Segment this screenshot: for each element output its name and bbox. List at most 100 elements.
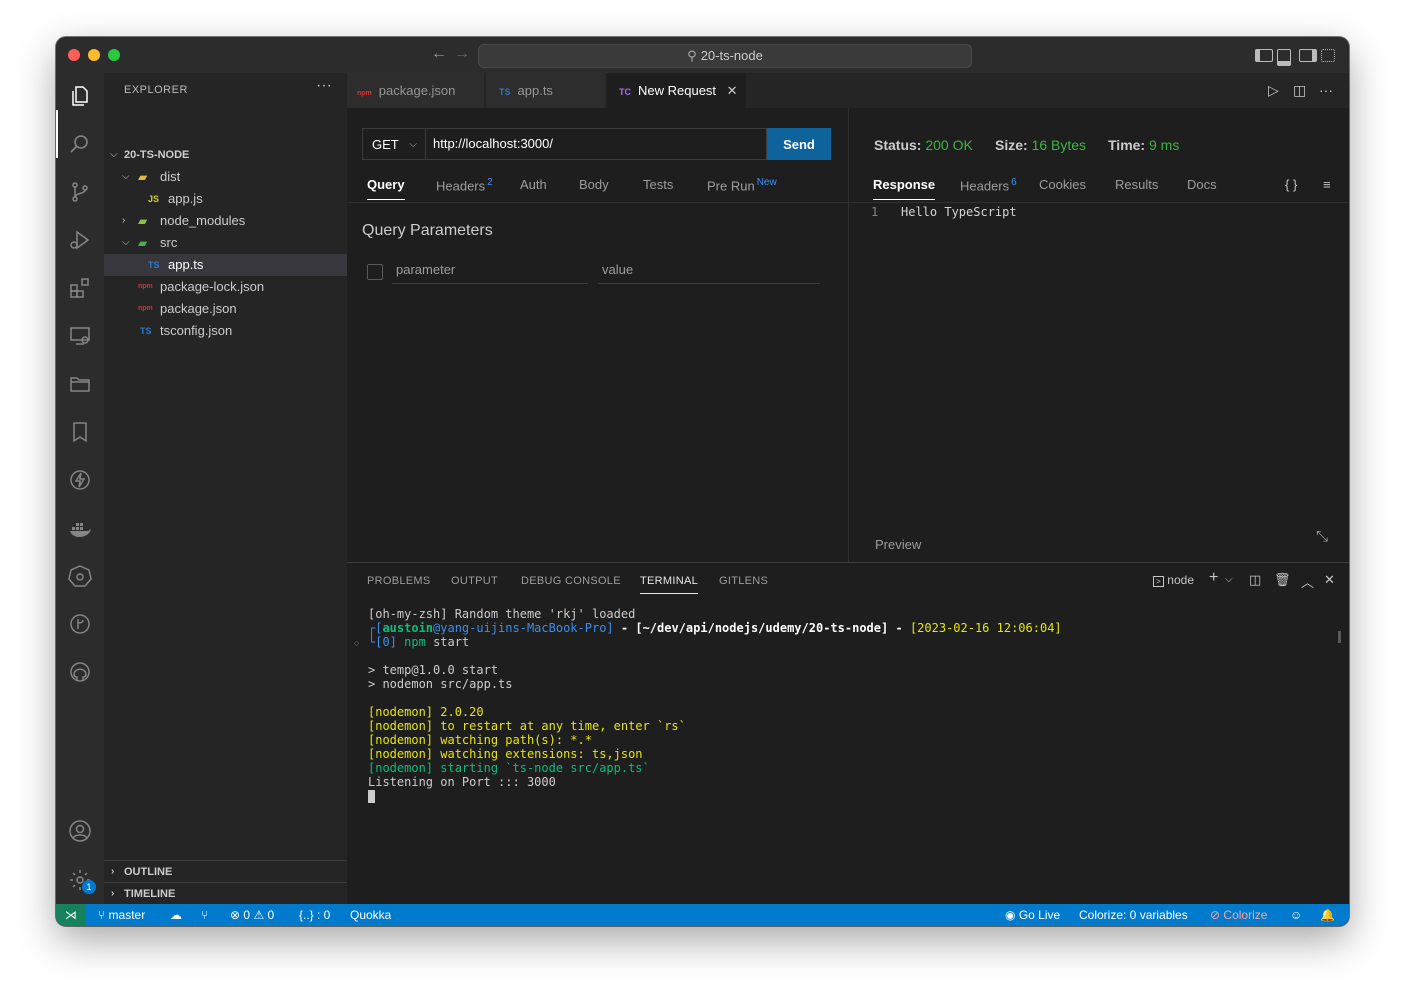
param-checkbox[interactable]: [367, 264, 383, 280]
thunder-client-icon[interactable]: [68, 468, 92, 492]
outline-section[interactable]: › OUTLINE: [104, 860, 347, 883]
tree-item-dist[interactable]: ⌵ ▰ dist: [104, 166, 347, 188]
terminal-scrollbar[interactable]: [1338, 631, 1341, 643]
size-readout: Size: 16 Bytes: [995, 137, 1087, 153]
settings-gear-icon[interactable]: 1: [68, 868, 96, 894]
source-control-icon[interactable]: [68, 180, 92, 204]
word-wrap-icon[interactable]: ≡: [1323, 177, 1331, 192]
tab-app-ts[interactable]: TS app.ts: [486, 73, 606, 108]
explorer-root[interactable]: ⌵ 20-TS-NODE: [104, 144, 347, 166]
close-window-button[interactable]: [68, 49, 80, 61]
status-readout: Status: 200 OK: [874, 137, 973, 153]
expand-icon[interactable]: ⤡: [1316, 528, 1328, 545]
folder-icon[interactable]: [68, 372, 92, 396]
branch-indicator[interactable]: ⑂ master: [98, 904, 145, 926]
maximize-window-button[interactable]: [108, 49, 120, 61]
braces-indicator[interactable]: {..} : 0: [299, 904, 330, 926]
toggle-sidebar-icon[interactable]: [1255, 49, 1273, 62]
run-debug-icon[interactable]: [68, 228, 92, 252]
run-icon[interactable]: ▷: [1268, 73, 1279, 108]
param-name-input[interactable]: parameter: [392, 256, 588, 284]
method-select[interactable]: GET ⌵: [362, 128, 426, 160]
tab-gitlens[interactable]: GITLENS: [719, 575, 768, 587]
extensions-icon[interactable]: [68, 276, 92, 300]
tab-response-headers[interactable]: Headers 6: [960, 177, 1017, 193]
explorer-icon[interactable]: [68, 84, 92, 108]
go-live-button[interactable]: ◉ Go Live: [1005, 904, 1060, 926]
tree-item-tsconfig[interactable]: TS tsconfig.json: [104, 320, 347, 342]
colorize-variables[interactable]: Colorize: 0 variables: [1079, 904, 1188, 926]
problems-indicator[interactable]: ⊗ 0 ⚠ 0: [230, 904, 274, 926]
preview-label[interactable]: Preview: [875, 537, 921, 552]
feedback-icon[interactable]: ☺: [1290, 904, 1302, 926]
accounts-icon[interactable]: [68, 819, 92, 843]
tab-query[interactable]: Query: [367, 177, 405, 200]
toggle-secondary-sidebar-icon[interactable]: [1299, 49, 1317, 62]
maximize-panel-icon[interactable]: ︿: [1301, 572, 1314, 591]
new-terminal-icon[interactable]: +: [1209, 569, 1218, 587]
quokka-indicator[interactable]: Quokka: [350, 904, 391, 926]
split-terminal-icon[interactable]: ◫: [1249, 572, 1261, 588]
prompt-marker-icon: ○: [354, 638, 360, 648]
search-icon[interactable]: [68, 132, 92, 156]
tab-package-json[interactable]: npm package.json: [347, 73, 485, 108]
remote-indicator-icon[interactable]: ⋊: [56, 904, 86, 926]
tab-pre-run[interactable]: Pre Run New: [707, 177, 777, 193]
param-value-input[interactable]: value: [598, 256, 820, 284]
tab-debug-console[interactable]: DEBUG CONSOLE: [521, 575, 621, 587]
notifications-bell-icon[interactable]: 🔔: [1320, 904, 1335, 926]
more-actions-icon[interactable]: ···: [316, 77, 332, 95]
active-indicator: [56, 110, 58, 158]
tab-output[interactable]: OUTPUT: [451, 575, 498, 587]
url-input[interactable]: http://localhost:3000/: [426, 128, 767, 160]
git-compare-icon[interactable]: ⑂: [201, 904, 208, 926]
tab-headers[interactable]: Headers 2: [436, 177, 493, 193]
git-graph-icon[interactable]: [68, 612, 92, 636]
tree-item-src[interactable]: ⌵ ▰ src: [104, 232, 347, 254]
tree-item-node-modules[interactable]: › ▰ node_modules: [104, 210, 347, 232]
timeline-section[interactable]: › TIMELINE: [104, 882, 347, 905]
tab-tests[interactable]: Tests: [643, 177, 673, 192]
tree-item-app-ts[interactable]: TS app.ts: [104, 254, 347, 276]
tab-cookies[interactable]: Cookies: [1039, 177, 1086, 192]
github-icon[interactable]: [68, 660, 92, 684]
kubernetes-icon[interactable]: [68, 564, 92, 588]
close-tab-icon[interactable]: ✕: [727, 83, 738, 98]
terminal-shell-selector[interactable]: > node: [1153, 572, 1194, 587]
chevron-down-icon[interactable]: ⌵: [1225, 574, 1233, 585]
more-actions-icon[interactable]: ···: [1319, 73, 1333, 108]
colorize-toggle[interactable]: ⊘ Colorize: [1210, 904, 1267, 926]
remote-explorer-icon[interactable]: [68, 324, 92, 348]
tab-body[interactable]: Body: [579, 177, 609, 192]
status-bar: ⋊ ⑂ master ☁ ⑂ ⊗ 0 ⚠ 0 {..} : 0 Quokka ◉…: [56, 904, 1349, 926]
bookmark-icon[interactable]: [68, 420, 92, 444]
toggle-panel-icon[interactable]: [1277, 49, 1291, 66]
tree-item-package-json[interactable]: npm package.json: [104, 298, 347, 320]
send-button[interactable]: Send: [767, 128, 831, 160]
sync-icon[interactable]: ☁: [170, 904, 182, 926]
docker-icon[interactable]: [68, 516, 92, 540]
tab-terminal[interactable]: TERMINAL: [640, 575, 699, 594]
back-arrow-icon[interactable]: ←: [431, 45, 447, 63]
title-bar: ← → ⚲ 20-ts-node: [56, 37, 1349, 74]
command-center[interactable]: ⚲ 20-ts-node: [478, 44, 972, 68]
customize-layout-icon[interactable]: [1321, 49, 1335, 62]
tree-item-app-js[interactable]: JS app.js: [104, 188, 347, 210]
vscode-window: ← → ⚲ 20-ts-node 1 EXPLORER ··· ⌵ 20-TS-…: [56, 37, 1349, 926]
tab-new-request[interactable]: TC New Request ✕: [607, 73, 747, 108]
close-panel-icon[interactable]: ✕: [1324, 572, 1335, 588]
tab-results[interactable]: Results: [1115, 177, 1158, 192]
format-json-icon[interactable]: { }: [1285, 177, 1297, 192]
tab-problems[interactable]: PROBLEMS: [367, 575, 431, 587]
tree-item-package-lock[interactable]: npm package-lock.json: [104, 276, 347, 298]
ts-file-icon: TS: [499, 87, 511, 97]
trash-icon[interactable]: 🗑: [1274, 572, 1291, 588]
minimize-window-button[interactable]: [88, 49, 100, 61]
tab-auth[interactable]: Auth: [520, 177, 547, 192]
split-editor-icon[interactable]: ◫: [1293, 73, 1306, 108]
response-pane: Status: 200 OK Size: 16 Bytes Time: 9 ms…: [848, 108, 1349, 562]
forward-arrow-icon[interactable]: →: [454, 45, 470, 63]
tab-response[interactable]: Response: [873, 177, 936, 200]
tab-docs[interactable]: Docs: [1187, 177, 1217, 192]
terminal-output[interactable]: [oh-my-zsh] Random theme 'rkj' loaded ┌[…: [368, 607, 1062, 803]
